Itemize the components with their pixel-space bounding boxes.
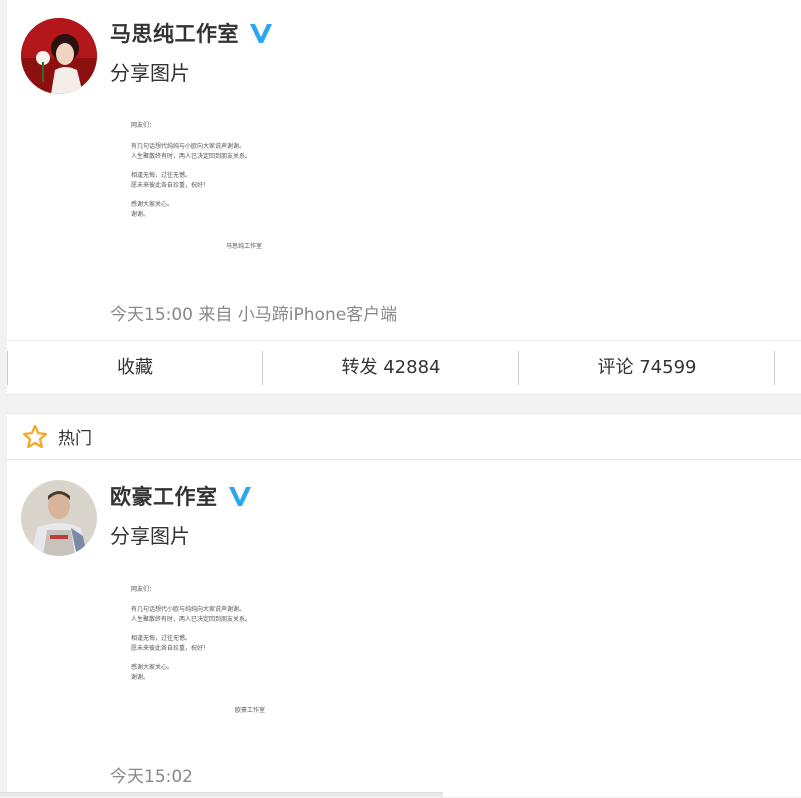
author-name[interactable]: 马思纯工作室	[110, 18, 239, 48]
post-meta: 今天15:02	[110, 762, 193, 787]
doc-line: 人生聚散终有时，两人已决定回到朋友关系。	[131, 614, 251, 623]
favorite-button[interactable]: 收藏	[7, 351, 263, 385]
doc-line: 谢谢。	[131, 209, 149, 218]
doc-line: 愿未来彼此各自珍重，祝好！	[131, 180, 209, 189]
author-name[interactable]: 欧豪工作室	[110, 481, 218, 511]
shared-image[interactable]: 网友们： 有几句话想代小欧与纯纯向大家说声谢谢。 人生聚散终有时，两人已决定回到…	[110, 572, 310, 732]
doc-line: 有几句话想代纯纯与小欧向大家说声谢谢。	[131, 141, 245, 150]
doc-line: 网友们：	[131, 584, 155, 593]
repost-button[interactable]: 转发 42884	[263, 351, 519, 385]
weibo-card-hot: 热门 欧豪工作室 分享图片 网友们： 有几句话想代小	[7, 413, 801, 797]
weibo-card: 马思纯工作室 分享图片 网友们： 有几句话想代纯纯与小欧向大家说声谢谢。 人生聚…	[7, 0, 801, 395]
doc-line: 相逢无悔，过往无憾。	[131, 170, 191, 179]
star-icon	[22, 424, 48, 450]
avatar[interactable]	[21, 480, 97, 556]
hot-header: 热门	[7, 414, 801, 460]
action-bar: 收藏 转发 42884 评论 74599	[7, 340, 801, 395]
verified-icon	[249, 22, 273, 44]
doc-line: 欧豪工作室	[235, 705, 265, 714]
author-row: 马思纯工作室	[110, 17, 273, 49]
doc-line: 马思纯工作室	[226, 241, 262, 250]
post-masichun: 马思纯工作室 分享图片 网友们： 有几句话想代纯纯与小欧向大家说声谢谢。 人生聚…	[7, 0, 801, 340]
doc-line: 有几句话想代小欧与纯纯向大家说声谢谢。	[131, 604, 245, 613]
shared-image[interactable]: 网友们： 有几句话想代纯纯与小欧向大家说声谢谢。 人生聚散终有时，两人已决定回到…	[110, 110, 310, 270]
doc-line: 谢谢。	[131, 672, 149, 681]
doc-line: 人生聚散终有时，两人已决定回到朋友关系。	[131, 151, 251, 160]
verified-icon	[228, 485, 252, 507]
doc-line: 相逢无悔，过往无憾。	[131, 633, 191, 642]
doc-line: 感谢大家关心。	[131, 199, 173, 208]
doc-line: 网友们：	[131, 120, 155, 129]
post-ouhao: 欧豪工作室 分享图片 网友们： 有几句话想代小欧与纯纯向大家说声谢谢。 人生聚散…	[7, 460, 801, 798]
comment-button[interactable]: 评论 74599	[519, 351, 775, 385]
avatar[interactable]	[21, 18, 97, 94]
hot-label: 热门	[58, 424, 92, 449]
post-text: 分享图片	[110, 57, 190, 86]
scrollbar[interactable]	[0, 792, 443, 797]
post-text: 分享图片	[110, 520, 190, 549]
doc-line: 感谢大家关心。	[131, 662, 173, 671]
post-meta: 今天15:00 来自 小马蹄iPhone客户端	[110, 300, 397, 325]
author-row: 欧豪工作室	[110, 480, 252, 512]
doc-line: 愿未来彼此各自珍重，祝好！	[131, 643, 209, 652]
